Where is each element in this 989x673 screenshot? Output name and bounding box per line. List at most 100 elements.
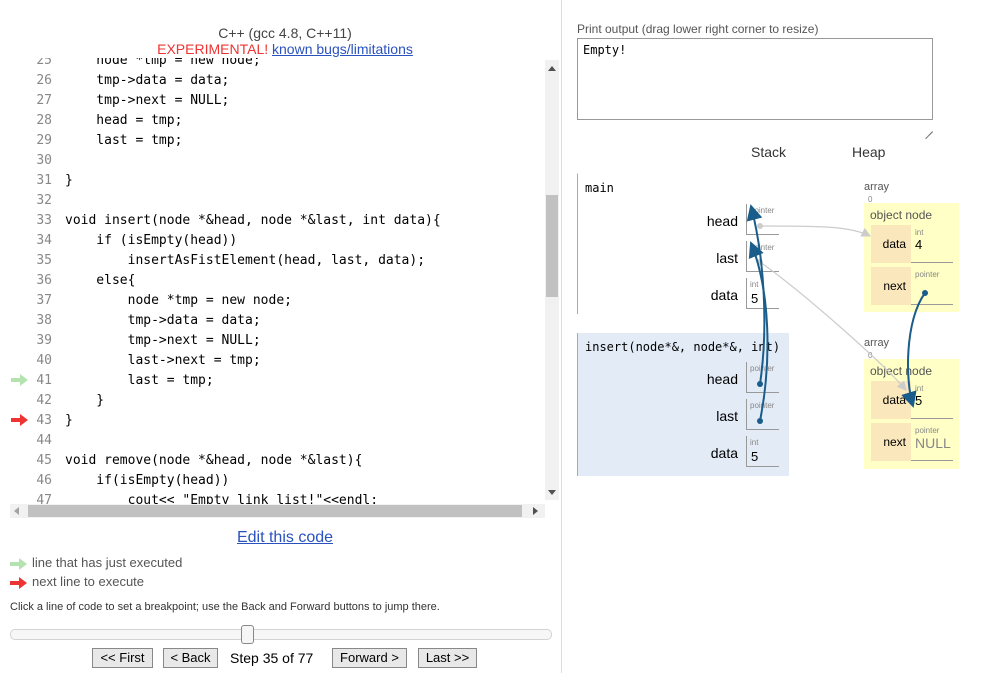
line-number: 40: [36, 353, 52, 368]
code-line[interactable]: 32: [8, 190, 548, 210]
value-text: 4: [915, 237, 923, 252]
forward-button[interactable]: Forward >: [332, 648, 407, 668]
code-line[interactable]: 28 head = tmp;: [8, 110, 548, 130]
back-button[interactable]: < Back: [163, 648, 218, 668]
code-line[interactable]: 27 tmp->next = NULL;: [8, 90, 548, 110]
line-source: void insert(node *&head, node *&last, in…: [65, 213, 441, 228]
code-vertical-scrollbar[interactable]: [545, 60, 559, 500]
type-label: int: [750, 438, 759, 447]
code-line[interactable]: 30: [8, 150, 548, 170]
line-number: 28: [36, 113, 52, 128]
code-line[interactable]: 42 }: [8, 390, 548, 410]
frame-name: main: [585, 181, 614, 195]
heap-array-label: array: [864, 337, 890, 349]
var-name-last: last: [716, 250, 738, 266]
line-number: 46: [36, 473, 52, 488]
known-bugs-link[interactable]: known bugs/limitations: [272, 41, 413, 57]
line-number: 29: [36, 133, 52, 148]
var-value-data: int 5: [746, 436, 779, 467]
line-number: 37: [36, 293, 52, 308]
line-number: 27: [36, 93, 52, 108]
horizontal-scroll-thumb[interactable]: [28, 505, 522, 517]
code-line[interactable]: 37 node *tmp = new node;: [8, 290, 548, 310]
var-name-head: head: [706, 371, 738, 387]
code-line[interactable]: 43}: [8, 410, 548, 430]
type-label: pointer: [915, 270, 940, 279]
field-name-next: next: [871, 423, 911, 461]
just-executed-arrow-icon: [11, 374, 28, 386]
line-source: if(isEmpty(head)): [65, 473, 230, 488]
scroll-right-arrow-icon[interactable]: [533, 507, 538, 515]
legend-green-text: line that has just executed: [32, 555, 183, 570]
first-button[interactable]: << First: [92, 648, 153, 668]
type-label: pointer: [750, 243, 775, 252]
line-source: last->next = tmp;: [65, 353, 261, 368]
scroll-up-arrow-icon[interactable]: [548, 66, 556, 71]
code-line[interactable]: 39 tmp->next = NULL;: [8, 330, 548, 350]
var-value-head: pointer: [746, 204, 779, 235]
experimental-label: EXPERIMENTAL!: [157, 41, 269, 57]
edit-code-link[interactable]: Edit this code: [0, 529, 570, 547]
stack-header: Stack: [751, 144, 787, 160]
line-source: tmp->next = NULL;: [65, 93, 230, 108]
panel-divider: [561, 0, 562, 673]
scroll-down-arrow-icon[interactable]: [548, 490, 556, 495]
value-text: 5: [751, 449, 759, 464]
step-slider[interactable]: [10, 629, 552, 640]
line-number: 39: [36, 333, 52, 348]
code-line[interactable]: 41 last = tmp;: [8, 370, 548, 390]
line-source: insertAsFistElement(head, last, data);: [65, 253, 426, 268]
code-line[interactable]: 26 tmp->data = data;: [8, 70, 548, 90]
line-number: 36: [36, 273, 52, 288]
code-line[interactable]: 25 node *tmp = new node;: [8, 58, 548, 70]
line-number: 41: [36, 373, 52, 388]
line-number: 25: [36, 58, 52, 68]
value-text: 5: [915, 393, 923, 408]
heap-array-label: array: [864, 181, 890, 193]
resize-grip-icon[interactable]: [925, 124, 933, 140]
code-line[interactable]: 33 void insert(node *&head, node *&last, …: [8, 210, 548, 230]
breakpoint-hint: Click a line of code to set a breakpoint…: [10, 601, 440, 613]
code-line[interactable]: 44: [8, 430, 548, 450]
field-value-next: pointer NULL: [911, 423, 953, 461]
vertical-scroll-thumb[interactable]: [546, 195, 558, 297]
line-source: last = tmp;: [65, 373, 214, 388]
last-button[interactable]: Last >>: [418, 648, 477, 668]
line-source: void remove(node *&head, node *&last){: [65, 453, 363, 468]
line-source: else{: [65, 273, 136, 288]
print-output-box[interactable]: Empty!: [577, 38, 933, 120]
line-source: if (isEmpty(head)): [65, 233, 238, 248]
line-source: head = tmp;: [65, 113, 183, 128]
line-number: 31: [36, 173, 52, 188]
code-line[interactable]: 38 tmp->data = data;: [8, 310, 548, 330]
var-name-data: data: [710, 445, 738, 461]
code-line[interactable]: 34 if (isEmpty(head)): [8, 230, 548, 250]
code-line[interactable]: 31}: [8, 170, 548, 190]
line-number: 32: [36, 193, 52, 208]
code-line[interactable]: 29 last = tmp;: [8, 130, 548, 150]
line-number: 45: [36, 453, 52, 468]
line-number: 33: [36, 213, 52, 228]
field-value-data: int 5: [911, 381, 953, 419]
step-slider-handle[interactable]: [241, 625, 254, 644]
var-value-head: pointer: [746, 362, 779, 393]
line-source: last = tmp;: [65, 133, 183, 148]
var-name-last: last: [716, 408, 738, 424]
type-label: pointer: [750, 206, 775, 215]
code-line[interactable]: 45 void remove(node *&head, node *&last){: [8, 450, 548, 470]
scroll-left-arrow-icon[interactable]: [14, 507, 19, 515]
code-line[interactable]: 40 last->next = tmp;: [8, 350, 548, 370]
type-label: pointer: [750, 364, 775, 373]
code-line[interactable]: 35 insertAsFistElement(head, last, data)…: [8, 250, 548, 270]
language-label: C++ (gcc 4.8, C++11): [218, 25, 352, 41]
line-source: tmp->data = data;: [65, 73, 230, 88]
code-horizontal-scrollbar[interactable]: [10, 504, 545, 518]
field-name-data: data: [871, 225, 911, 263]
code-line[interactable]: 36 else{: [8, 270, 548, 290]
code-line[interactable]: 46 if(isEmpty(head)): [8, 470, 548, 490]
line-source: }: [65, 393, 105, 408]
field-name-data: data: [871, 381, 911, 419]
var-name-data: data: [710, 287, 738, 303]
experimental-notice: EXPERIMENTAL! known bugs/limitations: [0, 41, 570, 57]
line-number: 34: [36, 233, 52, 248]
